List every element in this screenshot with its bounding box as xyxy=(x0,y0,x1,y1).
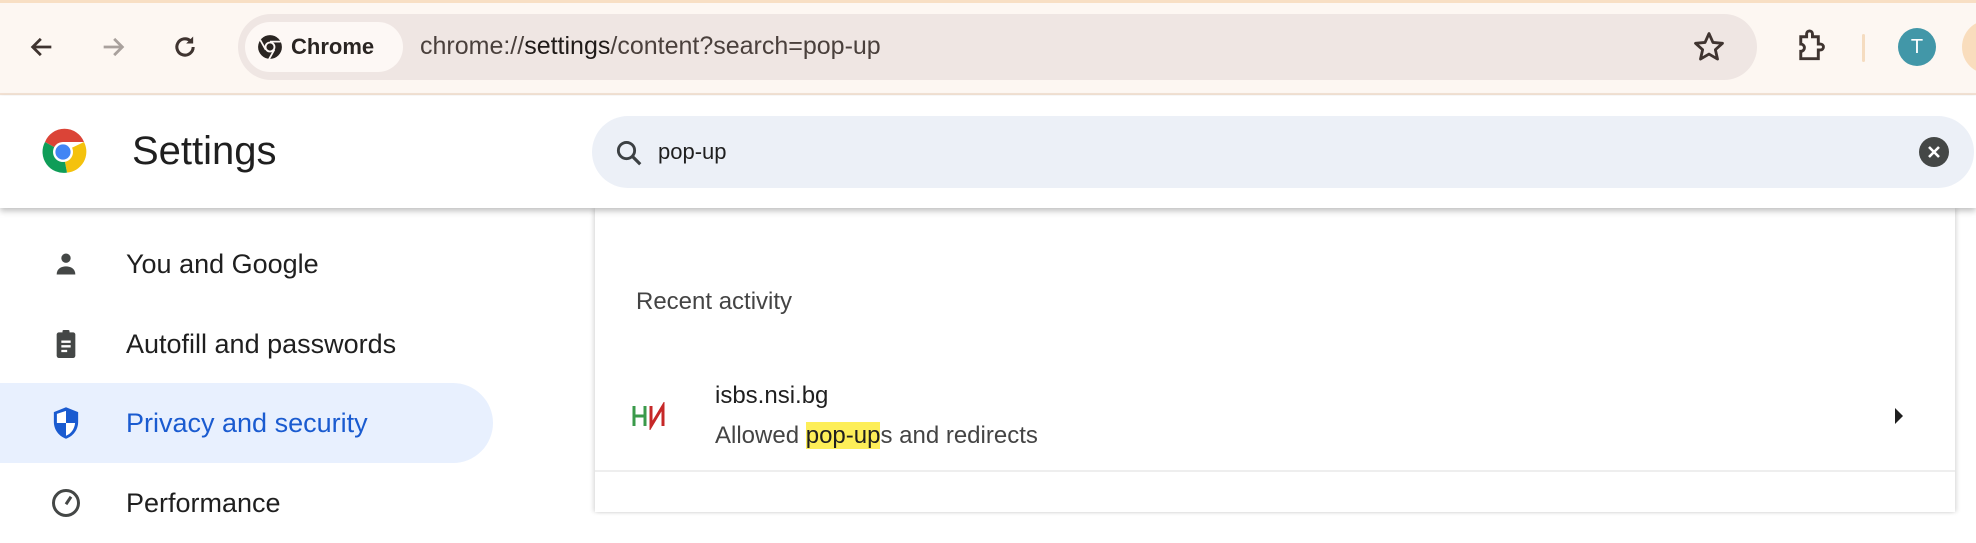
page-title: Settings xyxy=(132,129,277,173)
puzzle-icon xyxy=(1799,29,1825,61)
toolbar-divider xyxy=(1862,34,1865,62)
reload-button[interactable] xyxy=(163,25,207,69)
back-button[interactable] xyxy=(20,25,64,69)
sidebar-item-label: Privacy and security xyxy=(126,407,368,438)
url-path: /content?search=pop-up xyxy=(610,32,881,60)
close-icon xyxy=(1928,146,1940,158)
chrome-logo xyxy=(39,128,87,181)
shield-icon xyxy=(50,407,82,439)
caret-right-icon[interactable] xyxy=(1893,406,1905,426)
sidebar-item-label: Autofill and passwords xyxy=(126,328,397,359)
forward-button[interactable] xyxy=(91,25,135,69)
tab-strip-edge xyxy=(0,0,1976,3)
site-favicon xyxy=(631,400,667,435)
star-icon xyxy=(1694,32,1724,61)
desc-text: s and redirects xyxy=(880,422,1038,449)
search-input[interactable]: pop-up xyxy=(658,139,727,165)
chip-label: Chrome xyxy=(291,34,375,59)
sidebar-item-performance[interactable]: Performance xyxy=(0,463,493,543)
person-icon xyxy=(50,248,82,280)
settings-card: Recent activity isbs.nsi.bg Allowed pop-… xyxy=(595,208,1955,512)
search-highlight: pop-up xyxy=(805,422,881,449)
sidebar: You and Google Autofill and passwords Pr… xyxy=(0,208,595,518)
speedometer-icon xyxy=(50,487,82,519)
sidebar-item-label: Performance xyxy=(126,487,281,518)
settings-search[interactable]: pop-up xyxy=(592,116,1974,188)
site-name: isbs.nsi.bg xyxy=(715,382,829,409)
extensions-button[interactable] xyxy=(1793,28,1829,71)
reload-icon xyxy=(175,36,195,57)
settings-header: Settings pop-up xyxy=(0,96,1976,208)
clear-search-button[interactable] xyxy=(1919,137,1949,167)
search-icon xyxy=(616,140,642,166)
sidebar-item-autofill[interactable]: Autofill and passwords xyxy=(0,304,493,384)
menu-button[interactable] xyxy=(1962,20,1976,74)
sidebar-item-you-and-google[interactable]: You and Google xyxy=(0,224,493,304)
bookmark-button[interactable] xyxy=(1692,30,1726,69)
site-permission-desc: Allowed pop-ups and redirects xyxy=(715,422,1038,450)
desc-text: Allowed xyxy=(715,422,806,449)
avatar-letter: T xyxy=(1910,35,1924,58)
browser-toolbar: Chrome chrome://settings/content?search=… xyxy=(0,0,1976,95)
url-host: settings xyxy=(524,32,611,60)
avatar[interactable]: T xyxy=(1898,28,1936,66)
arrow-left-icon xyxy=(30,37,52,57)
section-title: Recent activity xyxy=(636,288,793,315)
chrome-icon xyxy=(258,35,282,60)
list-item[interactable]: isbs.nsi.bg Allowed pop-ups and redirect… xyxy=(595,362,1955,472)
site-chip[interactable]: Chrome xyxy=(245,22,403,72)
url-scheme: chrome:// xyxy=(420,32,525,60)
arrow-right-icon xyxy=(103,37,125,57)
sidebar-item-label: You and Google xyxy=(126,248,319,279)
sidebar-item-privacy-and-security[interactable]: Privacy and security xyxy=(0,383,493,463)
url-text[interactable]: chrome://settings/content?search=pop-up xyxy=(420,32,881,61)
clipboard-icon xyxy=(50,328,82,360)
